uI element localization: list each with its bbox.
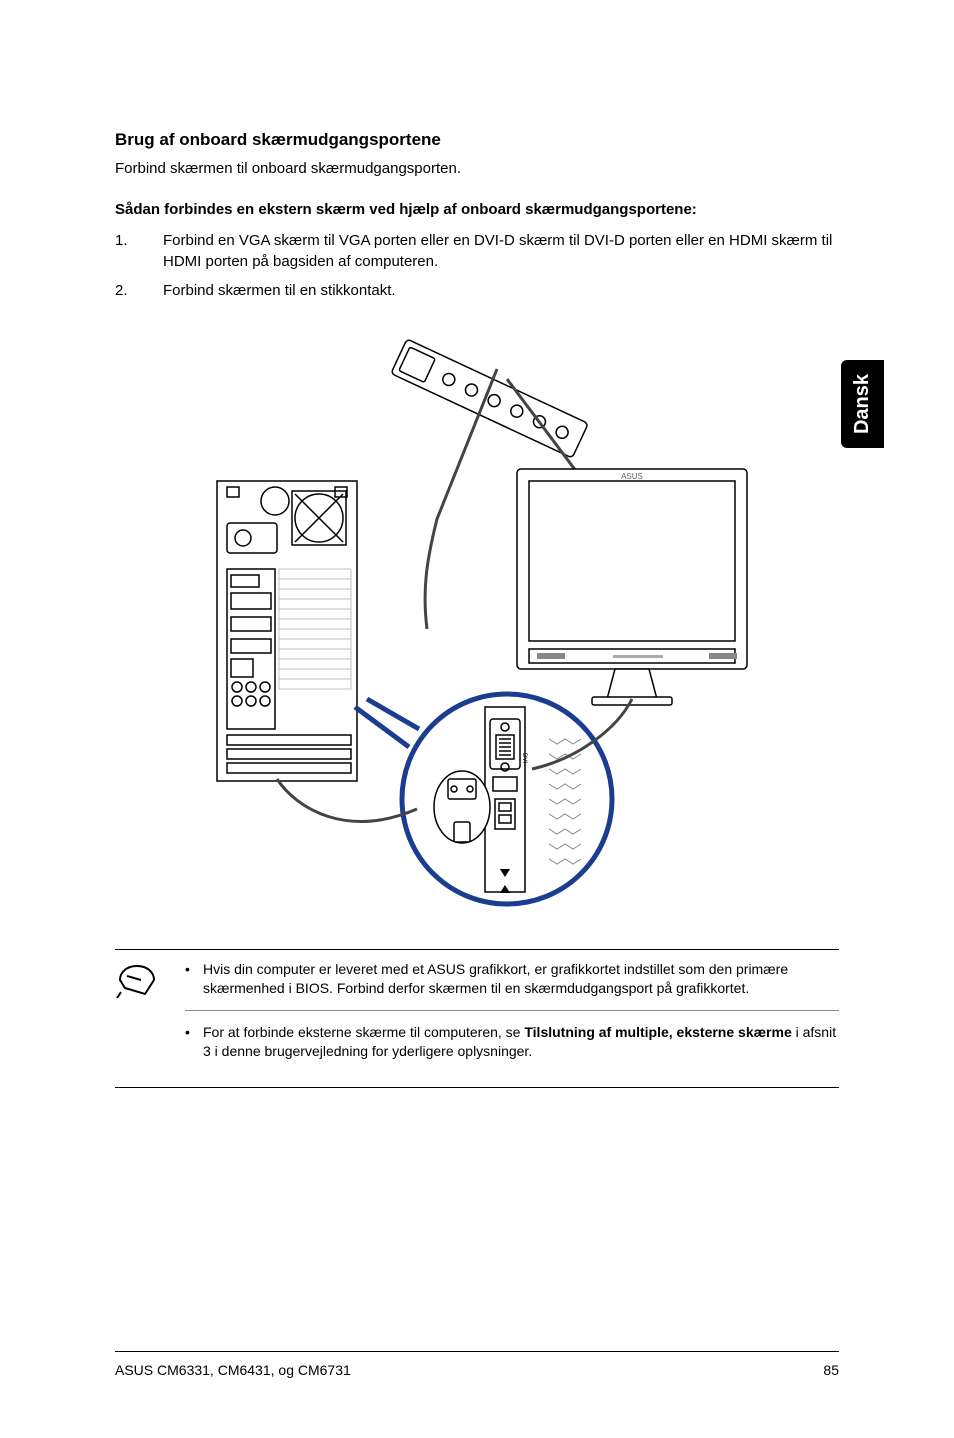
note-item: • Hvis din computer er leveret med et AS…	[185, 960, 839, 998]
step-number: 2.	[115, 280, 163, 301]
step-item: 1. Forbind en VGA skærm til VGA porten e…	[115, 230, 839, 272]
step-item: 2. Forbind skærmen til en stikkontakt.	[115, 280, 839, 301]
note-item: • For at forbinde eksterne skærme til co…	[185, 1023, 839, 1061]
notes-list: • Hvis din computer er leveret med et AS…	[185, 960, 839, 1073]
page-number: 85	[823, 1362, 839, 1378]
language-tab: Dansk	[841, 360, 884, 448]
step-number: 1.	[115, 230, 163, 272]
step-text: Forbind en VGA skærm til VGA porten elle…	[163, 230, 839, 272]
bullet: •	[185, 960, 203, 998]
step-text: Forbind skærmen til en stikkontakt.	[163, 280, 839, 301]
svg-text:ASUS: ASUS	[621, 472, 643, 481]
intro-text: Forbind skærmen til onboard skærmudgangs…	[115, 160, 839, 177]
section-heading: Brug af onboard skærmudgangsportene	[115, 130, 839, 150]
notes-box: • Hvis din computer er leveret med et AS…	[115, 949, 839, 1088]
svg-text:DVI: DVI	[521, 753, 527, 763]
footer-product: ASUS CM6331, CM6431, og CM6731	[115, 1362, 351, 1378]
bullet: •	[185, 1023, 203, 1061]
page-footer: ASUS CM6331, CM6431, og CM6731 85	[115, 1351, 839, 1378]
note-icon	[115, 960, 165, 1073]
subheading: Sådan forbindes en ekstern skærm ved hjæ…	[115, 201, 839, 218]
page-content: Brug af onboard skærmudgangsportene Forb…	[0, 0, 954, 1088]
connection-diagram: ASUS DVI	[197, 329, 757, 909]
note-text: For at forbinde eksterne skærme til comp…	[203, 1023, 839, 1061]
note-text: Hvis din computer er leveret med et ASUS…	[203, 960, 839, 998]
